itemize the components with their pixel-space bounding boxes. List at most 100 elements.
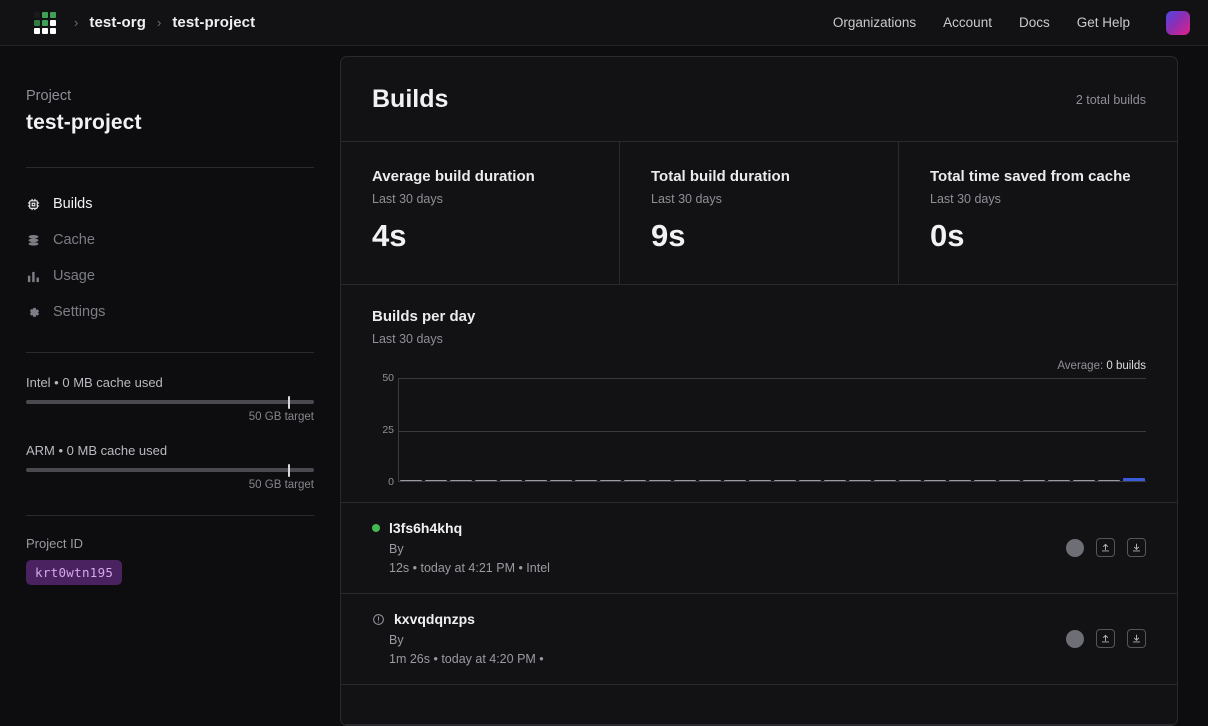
chip-icon	[26, 197, 41, 212]
chart-average-value: 0 builds	[1106, 360, 1146, 372]
table-row[interactable]: kxvqdqnzps By 1m 26s • today at 4:20 PM …	[341, 594, 1177, 685]
breadcrumb-org-link[interactable]: test-org	[89, 14, 146, 31]
stat-value: 9s	[651, 218, 868, 254]
sidebar-kicker: Project	[26, 88, 314, 104]
breadcrumb-separator-1: ›	[74, 15, 78, 30]
stat-title: Average build duration	[372, 168, 589, 185]
chart-y-tick: 50	[382, 372, 394, 384]
nav-organizations[interactable]: Organizations	[833, 15, 916, 30]
sidebar-item-cache[interactable]: Cache	[26, 226, 314, 254]
page-layout: Project test-project Builds C	[0, 46, 1208, 726]
stat-total-time-saved-from-cache: Total time saved from cache Last 30 days…	[898, 142, 1177, 284]
sidebar-project-title: test-project	[26, 111, 314, 135]
build-author: By	[389, 633, 1066, 647]
project-id-label: Project ID	[26, 536, 314, 551]
cache-label-intel: Intel • 0 MB cache used	[26, 375, 314, 390]
cache-bar-target-marker-arm	[288, 464, 290, 477]
cache-bar-arm	[26, 468, 314, 472]
cache-bar-track-intel	[26, 400, 314, 404]
breadcrumb: › test-org › test-project	[74, 14, 255, 31]
sidebar-item-builds[interactable]: Builds	[26, 190, 314, 218]
nav-docs[interactable]: Docs	[1019, 15, 1050, 30]
nav-get-help[interactable]: Get Help	[1077, 15, 1130, 30]
download-icon[interactable]	[1127, 629, 1146, 648]
cache-bar-target-marker-intel	[288, 396, 290, 409]
cache-grid-logo-icon[interactable]	[34, 12, 56, 34]
sidebar-item-label-usage: Usage	[53, 268, 95, 284]
sidebar-item-label-settings: Settings	[53, 304, 105, 320]
build-actions	[1066, 538, 1146, 557]
breadcrumb-separator-2: ›	[157, 15, 161, 30]
cache-usage-intel: Intel • 0 MB cache used 50 GB target	[26, 375, 314, 423]
chart-subtitle: Last 30 days	[372, 332, 1146, 346]
stats-row: Average build duration Last 30 days 4s T…	[341, 142, 1177, 285]
build-author: By	[389, 542, 1066, 556]
green-dot-icon	[372, 524, 380, 532]
main-content: Builds 2 total builds Average build dura…	[340, 46, 1208, 726]
stat-title: Total time saved from cache	[930, 168, 1147, 185]
stat-subtitle: Last 30 days	[930, 192, 1147, 206]
upload-icon[interactable]	[1096, 538, 1115, 557]
stat-subtitle: Last 30 days	[651, 192, 868, 206]
nav-account[interactable]: Account	[943, 15, 992, 30]
cache-usage-arm: ARM • 0 MB cache used 50 GB target	[26, 443, 314, 491]
build-actions	[1066, 629, 1146, 648]
chart-average-annotation: Average: 0 builds	[372, 360, 1146, 372]
sidebar-divider-1	[26, 167, 314, 168]
sidebar-item-label-cache: Cache	[53, 232, 95, 248]
build-meta: 1m 26s • today at 4:20 PM •	[389, 652, 1066, 666]
build-info: kxvqdqnzps By 1m 26s • today at 4:20 PM …	[372, 611, 1066, 666]
build-info: l3fs6h4khq By 12s • today at 4:21 PM • I…	[372, 520, 1066, 575]
project-id-badge[interactable]: krt0wtn195	[26, 560, 122, 585]
sidebar-nav: Builds Cache Usage	[26, 190, 314, 326]
chart-average-prefix: Average:	[1057, 360, 1106, 372]
sidebar-divider-2	[26, 352, 314, 353]
build-id[interactable]: l3fs6h4khq	[389, 520, 462, 536]
chart-bars	[399, 379, 1146, 482]
total-builds-count: 2 total builds	[1076, 93, 1146, 107]
page-title: Builds	[372, 85, 448, 114]
build-id-line: kxvqdqnzps	[372, 611, 1066, 627]
cache-target-label-arm: 50 GB target	[26, 479, 314, 491]
upload-icon[interactable]	[1096, 629, 1115, 648]
database-icon	[26, 233, 41, 248]
chart-y-axis: 02550	[372, 378, 398, 482]
builds-panel-header: Builds 2 total builds	[341, 57, 1177, 142]
chart-y-tick: 25	[382, 424, 394, 436]
cache-bar-intel	[26, 400, 314, 404]
breadcrumb-project-link[interactable]: test-project	[172, 14, 255, 31]
sidebar-item-usage[interactable]: Usage	[26, 262, 314, 290]
stat-value: 4s	[372, 218, 589, 254]
avatar	[1066, 539, 1084, 557]
gear-icon	[26, 305, 41, 320]
sidebar: Project test-project Builds C	[0, 46, 340, 726]
main-nav: Organizations Account Docs Get Help	[833, 11, 1190, 35]
user-avatar[interactable]	[1166, 11, 1190, 35]
cache-target-label-intel: 50 GB target	[26, 411, 314, 423]
sidebar-item-label-builds: Builds	[53, 196, 93, 212]
top-navigation-bar: › test-org › test-project Organizations …	[0, 0, 1208, 46]
download-icon[interactable]	[1127, 538, 1146, 557]
chart-plot: 02550	[372, 378, 1146, 482]
sidebar-divider-3	[26, 515, 314, 516]
stat-value: 0s	[930, 218, 1147, 254]
stat-average-build-duration: Average build duration Last 30 days 4s	[341, 142, 619, 284]
cache-bar-track-arm	[26, 468, 314, 472]
alert-circle-icon	[372, 613, 385, 626]
builds-per-day-chart-section: Builds per day Last 30 days Average: 0 b…	[341, 285, 1177, 503]
build-id[interactable]: kxvqdqnzps	[394, 611, 475, 627]
chart-y-tick: 0	[388, 476, 394, 488]
stat-total-build-duration: Total build duration Last 30 days 9s	[619, 142, 898, 284]
cache-label-arm: ARM • 0 MB cache used	[26, 443, 314, 458]
chart-plot-area	[398, 378, 1146, 482]
build-meta: 12s • today at 4:21 PM • Intel	[389, 561, 1066, 575]
build-id-line: l3fs6h4khq	[372, 520, 1066, 536]
stat-title: Total build duration	[651, 168, 868, 185]
stat-subtitle: Last 30 days	[372, 192, 589, 206]
table-row-partial[interactable]	[341, 685, 1177, 725]
sidebar-item-settings[interactable]: Settings	[26, 298, 314, 326]
chart-title: Builds per day	[372, 308, 1146, 325]
project-id-block: Project ID krt0wtn195	[26, 536, 314, 585]
table-row[interactable]: l3fs6h4khq By 12s • today at 4:21 PM • I…	[341, 503, 1177, 594]
avatar	[1066, 630, 1084, 648]
